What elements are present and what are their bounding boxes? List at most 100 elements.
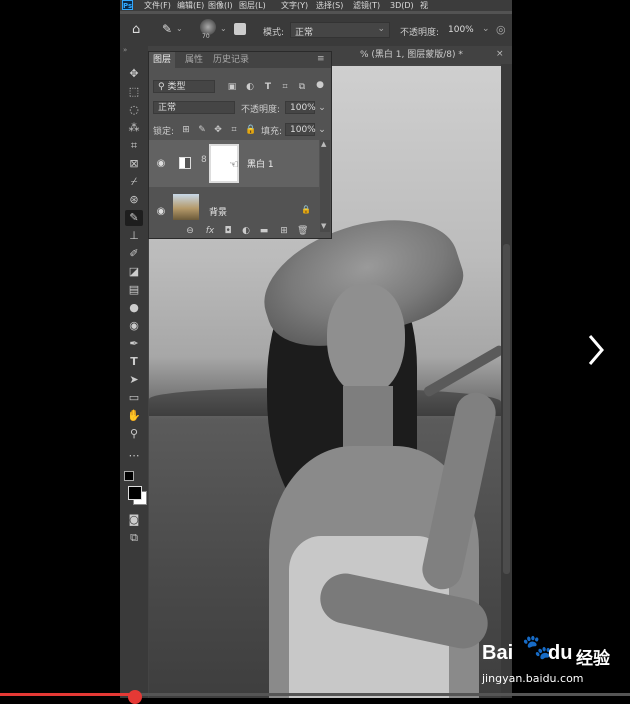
adjustment-filter-icon[interactable]: ◐ — [245, 82, 255, 92]
adjustment-layer-icon — [179, 157, 191, 169]
layer-thumbnail[interactable] — [173, 194, 199, 220]
type-filter-icon[interactable]: T — [263, 82, 273, 92]
shape-filter-icon[interactable]: ⌗ — [280, 82, 290, 92]
lock-position-icon[interactable]: ✥ — [213, 125, 223, 135]
lock-image-icon[interactable]: ✎ — [197, 125, 207, 135]
shape-tool-icon[interactable]: ▭ — [125, 390, 143, 406]
pixel-filter-icon[interactable]: ▣ — [227, 82, 237, 92]
link-icon[interactable]: 8 — [201, 155, 207, 165]
document-tab[interactable]: % (黑白 1, 图层蒙版/8) * — [360, 48, 463, 62]
lock-artboard-icon[interactable]: ⌗ — [229, 125, 239, 135]
baidu-wordmark: Bai — [482, 642, 514, 664]
lock-transparency-icon[interactable]: ⊞ — [181, 125, 191, 135]
pressure-opacity-icon[interactable]: ◎ — [496, 23, 506, 36]
tab-layers[interactable]: 图层 — [149, 52, 176, 68]
magic-wand-tool-icon[interactable]: ⁂ — [125, 120, 143, 136]
menu-view[interactable]: 视 — [420, 0, 428, 11]
fill-field[interactable]: 100% — [285, 123, 316, 136]
quick-mask-icon[interactable]: ◙ — [125, 512, 143, 528]
eyedropper-tool-icon[interactable]: ⌿ — [125, 174, 143, 190]
delete-layer-icon[interactable]: 🗑 — [297, 226, 308, 236]
chevron-down-icon[interactable]: ⌄ — [176, 24, 183, 33]
menu-layer[interactable]: 图层(L) — [239, 0, 266, 11]
menu-select[interactable]: 选择(S) — [316, 0, 343, 11]
progress-handle[interactable] — [128, 690, 142, 704]
layer-name[interactable]: 背景 — [209, 205, 227, 218]
chevron-down-icon[interactable]: ⌄ — [317, 103, 327, 113]
gradient-tool-icon[interactable]: ▤ — [125, 282, 143, 298]
panel-tab-bar: 图层 属性 历史记录 ≡ — [149, 52, 331, 68]
chevron-down-icon: ⌄ — [377, 24, 385, 34]
tools-panel: » ✥ ⬚ ◌ ⁂ ⌗ ⊠ ⌿ ⊛ ✎ ⊥ ✐ ◪ ▤ ● ◉ ✒ T ➤ ▭ … — [120, 46, 148, 698]
chevron-down-icon[interactable]: ⌄ — [220, 24, 227, 33]
new-adjustment-icon[interactable]: ◐ — [241, 226, 251, 236]
frame-tool-icon[interactable]: ⊠ — [125, 156, 143, 172]
pen-tool-icon[interactable]: ✒ — [125, 336, 143, 352]
menu-filter[interactable]: 滤镜(T) — [353, 0, 380, 11]
photoshop-window: Ps 文件(F) 编辑(E) 图像(I) 图层(L) 文字(Y) 选择(S) 滤… — [120, 0, 512, 698]
scroll-up-icon[interactable]: ▲ — [321, 140, 326, 148]
move-tool-icon[interactable]: ✥ — [125, 66, 143, 82]
marquee-tool-icon[interactable]: ⬚ — [125, 84, 143, 100]
blend-mode-select[interactable]: 正常 — [153, 101, 235, 114]
tab-history[interactable]: 历史记录 — [213, 52, 249, 68]
more-tools-icon[interactable]: ⋯ — [125, 448, 143, 464]
layer-filter-value: 类型 — [167, 82, 186, 92]
chevron-down-icon[interactable]: ⌄ — [317, 125, 327, 135]
lasso-tool-icon[interactable]: ◌ — [125, 102, 143, 118]
eraser-tool-icon[interactable]: ◪ — [125, 264, 143, 280]
layer-row[interactable]: ◉ 8 ☜ 黑白 1 — [149, 140, 319, 187]
menu-3d[interactable]: 3D(D) — [390, 0, 414, 11]
opacity-value[interactable]: 100% — [448, 25, 474, 35]
stamp-tool-icon[interactable]: ⊥ — [125, 228, 143, 244]
vertical-scrollbar[interactable] — [501, 64, 512, 698]
new-group-icon[interactable]: ▬ — [259, 226, 269, 236]
mode-value: 正常 — [295, 28, 314, 38]
visibility-eye-icon[interactable]: ◉ — [155, 206, 167, 218]
type-tool-icon[interactable]: T — [125, 354, 143, 370]
menu-edit[interactable]: 编辑(E) — [177, 0, 204, 11]
brush-settings-icon[interactable] — [234, 23, 246, 35]
blur-tool-icon[interactable]: ● — [125, 300, 143, 316]
fx-icon[interactable]: fx — [205, 226, 215, 236]
close-tab-icon[interactable]: × — [496, 49, 504, 59]
hand-tool-icon[interactable]: ✋ — [125, 408, 143, 424]
paw-icon: 🐾 — [522, 633, 552, 661]
filter-toggle-icon[interactable]: ● — [315, 80, 325, 90]
crop-tool-icon[interactable]: ⌗ — [125, 138, 143, 154]
new-layer-icon[interactable]: ⊞ — [279, 226, 289, 236]
brush-tool-icon[interactable]: ✎ — [125, 210, 143, 226]
chevron-right-icon[interactable] — [584, 330, 608, 370]
panel-menu-icon[interactable]: ≡ — [317, 52, 325, 66]
path-selection-tool-icon[interactable]: ➤ — [125, 372, 143, 388]
scrollbar-thumb[interactable] — [503, 244, 510, 574]
collapse-icon[interactable]: » — [123, 46, 127, 54]
history-brush-tool-icon[interactable]: ✐ — [125, 246, 143, 262]
chevron-down-icon[interactable]: ⌄ — [482, 24, 490, 34]
smart-object-filter-icon[interactable]: ⧉ — [297, 82, 307, 92]
layer-name[interactable]: 黑白 1 — [247, 157, 274, 170]
layers-scrollbar[interactable]: ▲ ▼ — [320, 140, 330, 232]
zoom-tool-icon[interactable]: ⚲ — [125, 426, 143, 442]
menu-file[interactable]: 文件(F) — [144, 0, 171, 11]
tab-properties[interactable]: 属性 — [185, 52, 203, 68]
menu-type[interactable]: 文字(Y) — [281, 0, 308, 11]
link-layers-icon[interactable]: ⊖ — [185, 226, 195, 236]
menu-image[interactable]: 图像(I) — [208, 0, 233, 11]
default-colors-icon[interactable] — [124, 471, 134, 481]
mode-select[interactable]: 正常 ⌄ — [290, 22, 390, 38]
foreground-color[interactable] — [128, 486, 142, 500]
screen-mode-icon[interactable]: ⧉ — [125, 530, 143, 546]
add-mask-icon[interactable]: ◘ — [223, 226, 233, 236]
visibility-eye-icon[interactable]: ◉ — [155, 158, 167, 170]
dodge-tool-icon[interactable]: ◉ — [125, 318, 143, 334]
home-icon[interactable]: ⌂ — [132, 22, 140, 37]
layer-opacity-value: 100% — [290, 103, 316, 113]
brush-tool-icon[interactable]: ✎ — [162, 22, 172, 36]
layer-filter-select[interactable]: ⚲ 类型 — [153, 80, 215, 93]
layer-opacity-field[interactable]: 100% — [285, 101, 316, 114]
lock-all-icon[interactable]: 🔒 — [245, 125, 256, 135]
video-progress-bar[interactable] — [0, 690, 630, 704]
jingyan-url: jingyan.baidu.com — [482, 672, 584, 685]
healing-brush-tool-icon[interactable]: ⊛ — [125, 192, 143, 208]
